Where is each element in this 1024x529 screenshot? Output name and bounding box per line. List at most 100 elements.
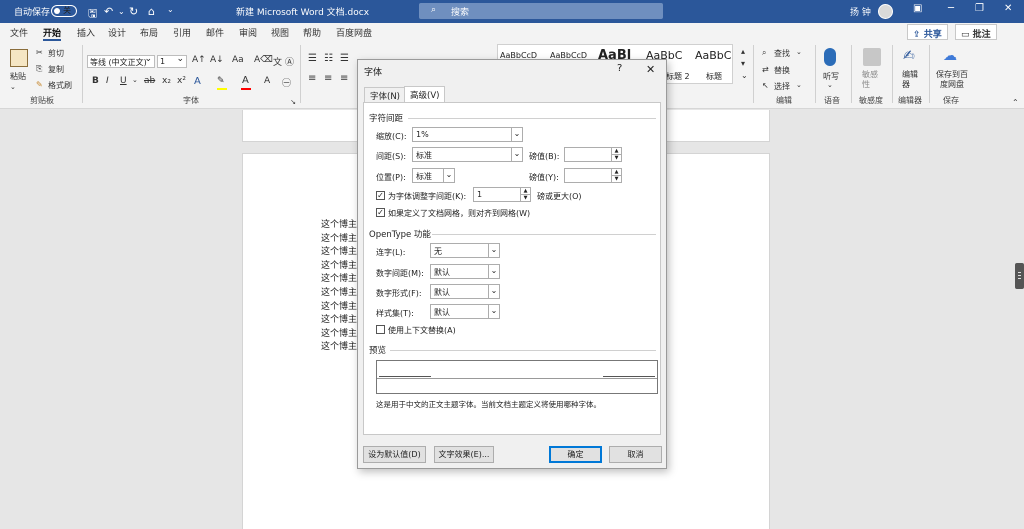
bold-icon[interactable]: B xyxy=(92,76,99,86)
number-spacing-select[interactable]: 默认 ⌄ xyxy=(430,264,500,279)
document-line[interactable]: 这个博主 xyxy=(321,258,357,271)
touch-mode-icon[interactable]: ⌂ xyxy=(148,5,155,18)
collapse-ribbon-icon[interactable]: ⌃ xyxy=(1012,98,1019,107)
text-effects-button[interactable]: 文字效果(E)... xyxy=(434,446,494,463)
stylistic-sets-select[interactable]: 默认 ⌄ xyxy=(430,304,500,319)
multilevel-list-icon[interactable]: ☰ xyxy=(340,53,349,64)
kerning-spinner[interactable]: 1 ▲ ▼ xyxy=(473,187,531,202)
ribbon-display-icon[interactable]: ▣ xyxy=(913,3,922,14)
share-button[interactable]: ⇪ 共享 xyxy=(907,24,948,40)
tab-mailings[interactable]: 邮件 xyxy=(206,26,224,39)
font-color-icon[interactable]: A xyxy=(242,75,249,86)
paste-dropdown-icon[interactable]: ⌄ xyxy=(10,83,16,91)
minimize-icon[interactable]: ─ xyxy=(948,3,954,14)
help-icon[interactable]: ? xyxy=(617,63,622,74)
underline-icon[interactable]: U xyxy=(120,76,127,86)
paste-icon[interactable] xyxy=(10,49,28,67)
spin-down-icon[interactable]: ▼ xyxy=(520,194,530,201)
tab-view[interactable]: 视图 xyxy=(271,26,289,39)
close-icon[interactable]: ✕ xyxy=(1004,3,1012,14)
contextual-alternates-label[interactable]: 使用上下文替换(A) xyxy=(388,325,456,336)
document-line[interactable]: 这个博主 xyxy=(321,271,357,284)
font-size-combo[interactable]: 1 xyxy=(157,54,187,68)
styles-scroll-down-icon[interactable]: ▾ xyxy=(741,59,745,68)
tab-advanced[interactable]: 高级(V) xyxy=(404,86,446,102)
font-name-combo[interactable]: 等线 (中文正文) xyxy=(87,54,155,68)
enclosed-character-icon[interactable]: ㊀ xyxy=(282,76,291,89)
document-line[interactable]: 这个博主 xyxy=(321,326,357,339)
spacing-select[interactable]: 标准 ⌄ xyxy=(412,147,523,162)
spacing-points-spinner[interactable]: ▲ ▼ xyxy=(564,147,622,162)
cut-icon[interactable]: ✂ xyxy=(36,48,43,57)
spin-down-icon[interactable]: ▼ xyxy=(611,175,621,182)
document-line[interactable]: 这个博主 xyxy=(321,244,357,257)
tab-baidu-netdisk[interactable]: 百度网盘 xyxy=(336,26,372,39)
chevron-down-icon[interactable]: ⌄ xyxy=(511,128,522,141)
scale-input[interactable]: 1% ⌄ xyxy=(412,127,523,142)
tab-font[interactable]: 字体(N) xyxy=(364,87,406,102)
tab-file[interactable]: 文件 xyxy=(10,26,28,39)
paste-label[interactable]: 粘贴 xyxy=(10,71,26,82)
center-icon[interactable]: ≡ xyxy=(324,73,332,84)
copy-label[interactable]: 复制 xyxy=(48,64,64,75)
tab-home[interactable]: 开始 xyxy=(43,26,62,41)
position-select[interactable]: 标准 ⌄ xyxy=(412,168,455,183)
document-line[interactable]: 这个博主 xyxy=(321,217,357,230)
font-dialog-launcher-icon[interactable]: ↘ xyxy=(290,98,296,106)
change-case-icon[interactable]: Aa xyxy=(232,55,244,65)
vertical-scrollbar[interactable] xyxy=(1015,263,1024,289)
select-dropdown-icon[interactable]: ⌄ xyxy=(796,81,802,89)
kerning-label[interactable]: 为字体调整字间距(K): xyxy=(388,191,466,202)
strikethrough-icon[interactable]: ab xyxy=(144,76,155,86)
tab-review[interactable]: 审阅 xyxy=(239,26,257,39)
set-default-button[interactable]: 设为默认值(D) xyxy=(363,446,426,463)
numbering-icon[interactable]: ☷ xyxy=(324,53,333,64)
select-icon[interactable]: ↖ xyxy=(762,81,769,90)
select-label[interactable]: 选择 xyxy=(774,81,790,92)
position-points-spinner[interactable]: ▲ ▼ xyxy=(564,168,622,183)
user-name[interactable]: 扬 钟 xyxy=(850,5,871,18)
format-painter-icon[interactable]: ✎ xyxy=(36,80,43,89)
styles-scroll-up-icon[interactable]: ▴ xyxy=(741,47,745,56)
sensitivity-icon[interactable] xyxy=(863,48,881,66)
undo-icon[interactable]: ↶ xyxy=(104,5,113,18)
align-right-icon[interactable]: ≡ xyxy=(340,73,348,84)
document-line[interactable]: 这个博主 xyxy=(321,299,357,312)
underline-dropdown-icon[interactable]: ⌄ xyxy=(132,76,138,84)
copy-icon[interactable]: ⎘ xyxy=(36,64,42,74)
subscript-icon[interactable]: x₂ xyxy=(162,76,171,86)
save-icon[interactable]: 🖫 xyxy=(88,5,97,24)
autosave-toggle[interactable]: 关 xyxy=(51,5,77,17)
avatar[interactable] xyxy=(878,4,893,19)
shrink-font-icon[interactable]: A↓ xyxy=(210,55,224,65)
document-line[interactable]: 这个博主 xyxy=(321,339,357,352)
superscript-icon[interactable]: x² xyxy=(177,76,186,86)
spin-down-icon[interactable]: ▼ xyxy=(611,154,621,161)
snap-to-grid-label[interactable]: 如果定义了文档网格，则对齐到网格(W) xyxy=(388,208,530,219)
enclose-characters-icon[interactable]: Ⓐ xyxy=(285,55,294,68)
tab-references[interactable]: 引用 xyxy=(173,26,191,39)
chevron-down-icon[interactable]: ⌄ xyxy=(511,148,522,161)
replace-label[interactable]: 替换 xyxy=(774,65,790,76)
bullets-icon[interactable]: ☰ xyxy=(308,53,317,64)
find-label[interactable]: 查找 xyxy=(774,48,790,59)
microphone-icon[interactable] xyxy=(824,48,836,66)
text-effects-icon[interactable]: A xyxy=(194,76,201,87)
tab-design[interactable]: 设计 xyxy=(108,26,126,39)
find-icon[interactable]: ⌕ xyxy=(762,48,766,58)
document-line[interactable]: 这个博主 xyxy=(321,285,357,298)
customize-toolbar-icon[interactable]: ⌄ xyxy=(167,5,174,14)
snap-to-grid-checkbox[interactable]: ✓ xyxy=(376,208,385,217)
document-line[interactable]: 这个博主 xyxy=(321,231,357,244)
clear-formatting-icon[interactable]: A⌫ xyxy=(254,55,273,65)
cut-label[interactable]: 剪切 xyxy=(48,48,64,59)
chevron-down-icon[interactable]: ⌄ xyxy=(488,305,499,318)
undo-dropdown-icon[interactable]: ⌄ xyxy=(118,7,125,16)
replace-icon[interactable]: ⇄ xyxy=(762,65,769,74)
italic-icon[interactable]: I xyxy=(106,76,109,86)
editor-icon[interactable]: ✍ xyxy=(903,48,915,64)
align-left-icon[interactable]: ≡ xyxy=(308,73,316,84)
document-line[interactable]: 这个博主 xyxy=(321,312,357,325)
comments-button[interactable]: ▭ 批注 xyxy=(955,24,997,40)
chevron-down-icon[interactable]: ⌄ xyxy=(443,169,454,182)
